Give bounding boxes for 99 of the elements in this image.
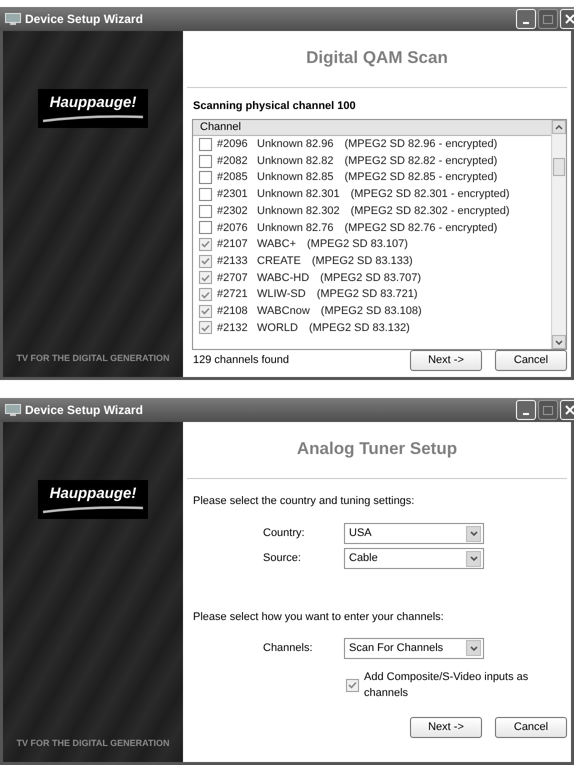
channel-name: Unknown 82.85 <box>257 170 334 186</box>
channel-name: WABCnow <box>257 304 310 319</box>
channel-info: (MPEG2 SD 83.721) <box>316 287 418 302</box>
checkbox[interactable] <box>199 254 212 268</box>
channel-row[interactable]: #2107 WABC+ (MPEG2 SD 83.107) <box>193 236 551 253</box>
wizard-button[interactable]: Next -> <box>410 717 482 738</box>
channel-number: #2301 <box>217 187 249 202</box>
channel-name: WORLD <box>257 320 298 336</box>
app-icon <box>5 404 21 416</box>
minimize-icon[interactable] <box>516 9 536 29</box>
channel-row[interactable]: #2721 WLIW-SD (MPEG2 SD 83.721) <box>193 286 551 303</box>
close-icon[interactable] <box>560 9 574 29</box>
channel-info: (MPEG2 SD 83.707) <box>320 270 422 286</box>
column-header[interactable]: Channel <box>193 120 551 136</box>
dropdown[interactable]: Scan For Channels <box>344 638 484 658</box>
scroll-up-icon <box>552 120 566 134</box>
channel-row[interactable]: #2132 WORLD (MPEG2 SD 83.132) <box>193 320 551 336</box>
channel-row[interactable]: #2707 WABC-HD (MPEG2 SD 83.707) <box>193 270 551 286</box>
wizard-button[interactable]: Next -> <box>410 350 482 371</box>
channel-info: (MPEG2 SD 82.76 - encrypted) <box>344 220 498 236</box>
channel-number: #2076 <box>217 220 249 236</box>
window-title: Device Setup Wizard <box>25 402 144 419</box>
channel-number: #2108 <box>217 304 249 319</box>
channel-number: #2721 <box>217 287 249 302</box>
channels-found-text: 129 channels found <box>193 353 290 368</box>
channel-name: CREATE <box>257 254 301 269</box>
channel-name: Unknown 82.302 <box>257 204 340 219</box>
tagline-text: TV FOR THE DIGITAL GENERATION <box>16 352 170 364</box>
channel-row[interactable]: #2108 WABCnow (MPEG2 SD 83.108) <box>193 302 551 320</box>
scrollbar[interactable] <box>551 120 566 349</box>
channel-number: #2096 <box>217 137 249 152</box>
channel-row[interactable]: #2096 Unknown 82.96 (MPEG2 SD 82.96 - encrypted) <box>193 136 551 153</box>
channel-number: #2133 <box>217 254 249 269</box>
window-title: Device Setup Wizard <box>25 11 144 28</box>
channel-number: #2082 <box>217 154 249 169</box>
checkbox[interactable] <box>199 188 212 201</box>
checkbox[interactable] <box>346 678 359 692</box>
check-icon <box>348 681 357 689</box>
checkbox[interactable] <box>199 154 212 168</box>
dropdown[interactable]: Cable <box>344 548 484 569</box>
channel-info: (MPEG2 SD 83.133) <box>312 254 413 269</box>
caret-icon <box>466 526 481 542</box>
channel-name: Unknown 82.82 <box>257 154 334 169</box>
caret-icon <box>466 550 481 566</box>
channel-name: Unknown 82.301 <box>257 187 340 202</box>
field-label: Country: <box>263 526 306 542</box>
channel-row[interactable]: #2082 Unknown 82.82 (MPEG2 SD 82.82 - encrypted) <box>193 152 551 170</box>
channel-name: Unknown 82.76 <box>257 220 334 236</box>
checkbox[interactable] <box>199 171 212 184</box>
channel-name: WABC-HD <box>257 270 310 286</box>
scroll-down-icon <box>552 335 566 349</box>
checkbox[interactable] <box>199 238 212 251</box>
channel-info: (MPEG2 SD 82.96 - encrypted) <box>344 137 498 152</box>
channel-number: #2107 <box>217 237 249 252</box>
close-icon[interactable] <box>560 400 574 420</box>
channel-number: #2707 <box>217 270 249 286</box>
scroll-thumb[interactable] <box>553 158 565 176</box>
channel-row[interactable]: #2076 Unknown 82.76 (MPEG2 SD 82.76 - encrypted) <box>193 219 551 236</box>
instruction-text: Please select how you want to enter your channels: <box>193 610 445 625</box>
brand-logo: Hauppauge! <box>38 480 148 518</box>
status-text: Scanning physical channel 100 <box>193 98 356 114</box>
channel-row[interactable]: #2301 Unknown 82.301 (MPEG2 SD 82.301 - encrypted) <box>193 186 551 203</box>
minimize-icon[interactable] <box>516 400 536 420</box>
wizard-button[interactable]: Cancel <box>495 717 567 738</box>
option-label[interactable]: Add Composite/S-Video inputs as channels <box>364 668 571 702</box>
field-label: Channels: <box>263 640 314 656</box>
checkbox[interactable] <box>199 321 212 334</box>
channel-info: (MPEG2 SD 82.85 - encrypted) <box>344 170 498 186</box>
channel-row[interactable]: #2085 Unknown 82.85 (MPEG2 SD 82.85 - encrypted) <box>193 169 551 186</box>
channel-number: #2132 <box>217 320 249 336</box>
channel-info: (MPEG2 SD 83.107) <box>307 237 408 252</box>
checkbox[interactable] <box>199 221 212 234</box>
channel-info: (MPEG2 SD 82.82 - encrypted) <box>344 154 498 169</box>
channel-info: (MPEG2 SD 83.108) <box>320 304 422 319</box>
wizard-button[interactable]: Cancel <box>495 350 567 371</box>
instruction-text: Please select the country and tuning settings: <box>193 494 416 508</box>
checkbox[interactable] <box>199 138 212 151</box>
channel-info: (MPEG2 SD 83.132) <box>308 320 410 336</box>
channel-name: Unknown 82.96 <box>257 137 334 152</box>
channel-info: (MPEG2 SD 82.302 - encrypted) <box>350 204 510 219</box>
checkbox[interactable] <box>199 288 212 302</box>
checkbox[interactable] <box>199 204 212 218</box>
channel-info: (MPEG2 SD 82.301 - encrypted) <box>350 187 510 202</box>
checkbox[interactable] <box>199 271 212 284</box>
checkbox[interactable] <box>199 304 212 318</box>
channel-name: WABC+ <box>257 237 296 252</box>
app-icon <box>5 13 21 25</box>
channel-row[interactable]: #2302 Unknown 82.302 (MPEG2 SD 82.302 - encrypted) <box>193 202 551 220</box>
field-label: Source: <box>263 551 302 566</box>
brand-logo: Hauppauge! <box>38 89 148 128</box>
channel-row[interactable]: #2133 CREATE (MPEG2 SD 83.133) <box>193 252 551 270</box>
caret-icon <box>466 640 481 656</box>
channel-number: #2302 <box>217 204 249 219</box>
dropdown[interactable]: USA <box>344 523 484 544</box>
channel-name: WLIW-SD <box>257 287 306 302</box>
tagline-text: TV FOR THE DIGITAL GENERATION <box>16 736 170 750</box>
page-heading: Digital QAM Scan <box>305 47 449 69</box>
page-heading: Analog Tuner Setup <box>296 438 458 460</box>
channel-number: #2085 <box>217 170 249 186</box>
